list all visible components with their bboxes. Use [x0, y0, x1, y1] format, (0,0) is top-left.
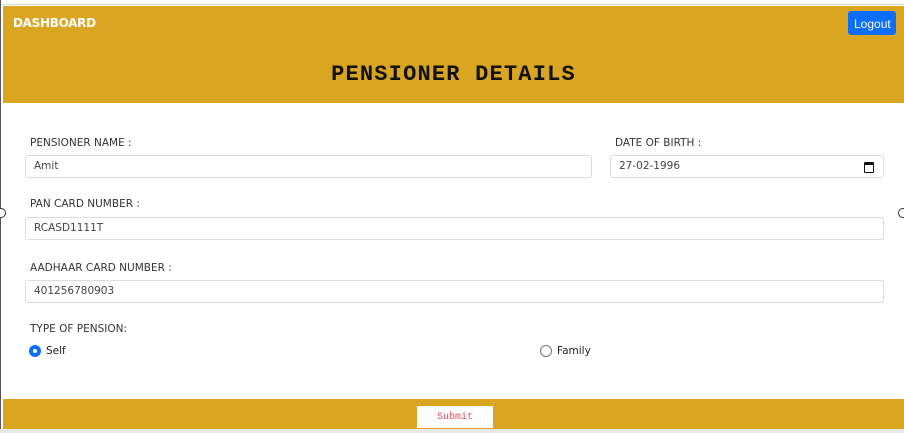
pensioner-name-field[interactable]: Amit: [25, 155, 592, 178]
submit-button[interactable]: Submit: [417, 406, 493, 428]
right-resize-handle[interactable]: [898, 208, 904, 218]
aadhaar-card-field[interactable]: 401256780903: [25, 280, 884, 303]
calendar-icon[interactable]: [864, 162, 874, 173]
left-resize-handle[interactable]: [0, 208, 6, 218]
radio-family[interactable]: [540, 345, 552, 357]
radio-self-label[interactable]: Self: [46, 345, 66, 357]
pan-card-label: PAN CARD NUMBER :: [30, 198, 140, 210]
page: DASHBOARD Logout PENSIONER DETAILS PENSI…: [0, 0, 904, 433]
pension-type-label: TYPE OF PENSION:: [30, 323, 128, 335]
radio-self[interactable]: [29, 345, 41, 357]
page-title: PENSIONER DETAILS: [331, 62, 576, 87]
pensioner-name-label: PENSIONER NAME :: [30, 137, 132, 149]
bottom-strip: [0, 429, 904, 433]
logout-button[interactable]: Logout: [848, 11, 896, 35]
date-of-birth-label: DATE OF BIRTH :: [615, 137, 702, 149]
header-bar: DASHBOARD Logout PENSIONER DETAILS: [3, 6, 904, 103]
pan-card-field[interactable]: RCASD1111T: [25, 217, 884, 240]
date-of-birth-value: 27-02-1996: [619, 160, 681, 172]
footer-bar: Submit: [3, 399, 904, 429]
radio-family-label[interactable]: Family: [557, 345, 591, 357]
date-of-birth-field[interactable]: 27-02-1996: [610, 155, 884, 178]
divider: [0, 4, 904, 5]
dashboard-link[interactable]: DASHBOARD: [13, 16, 96, 30]
aadhaar-card-label: AADHAAR CARD NUMBER :: [30, 262, 172, 274]
